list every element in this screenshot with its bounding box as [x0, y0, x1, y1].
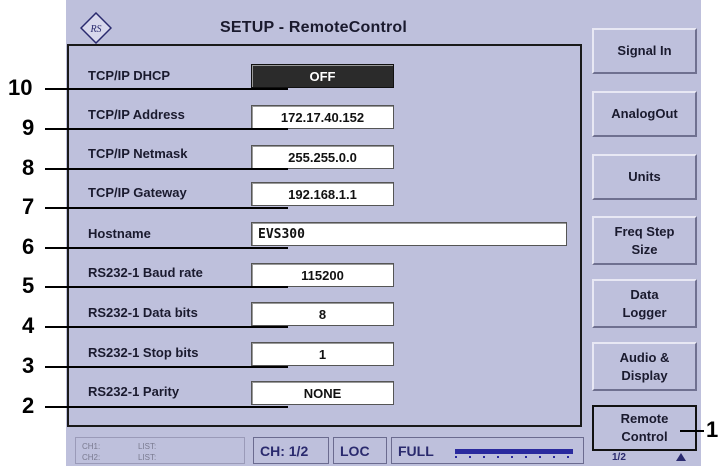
softkey-label: Freq Step Size [614, 223, 675, 257]
field-rs232-baud-rate[interactable]: 115200 [251, 263, 394, 287]
label-tcpip-address: TCP/IP Address [88, 107, 185, 122]
field-tcpip-gateway[interactable]: 192.168.1.1 [251, 182, 394, 206]
field-tcpip-dhcp[interactable]: OFF [251, 64, 394, 88]
label-tcpip-netmask: TCP/IP Netmask [88, 146, 188, 161]
label-rs232-parity: RS232-1 Parity [88, 384, 180, 399]
softkey-signal-in[interactable]: Signal In [592, 28, 697, 74]
callout-line-1 [680, 430, 704, 432]
field-rs232-parity[interactable]: NONE [251, 381, 394, 405]
status-channel-info: CH1: LIST: CH2: LIST: [75, 437, 245, 464]
label-tcpip-gateway: TCP/IP Gateway [88, 185, 187, 200]
status-list1: LIST: [138, 442, 157, 451]
callout-7: 7 [22, 194, 35, 219]
callout-line-4 [45, 326, 288, 328]
softkey-label: AnalogOut [611, 106, 678, 122]
field-tcpip-address[interactable]: 172.17.40.152 [251, 105, 394, 129]
page-title: SETUP - RemoteControl [220, 19, 408, 36]
field-rs232-data-bits[interactable]: 8 [251, 302, 394, 326]
rohde-schwarz-logo-icon: RS [80, 12, 112, 44]
callout-10: 10 [8, 75, 33, 100]
status-local-mode: LOC [333, 437, 387, 464]
status-range-label: FULL [398, 442, 434, 459]
status-channel: CH: 1/2 [253, 437, 329, 464]
callout-line-5 [45, 286, 288, 288]
callout-line-3 [45, 366, 288, 368]
softkey-analog-out[interactable]: AnalogOut [592, 91, 697, 137]
softkey-units[interactable]: Units [592, 154, 697, 200]
label-rs232-data-bits: RS232-1 Data bits [88, 305, 198, 320]
callout-8: 8 [22, 155, 35, 180]
softkey-freq-step-size[interactable]: Freq Step Size [592, 216, 697, 265]
softkey-label: Signal In [617, 43, 672, 59]
softkey-audio-display[interactable]: Audio & Display [592, 342, 697, 391]
softkey-remote-control[interactable]: Remote Control [592, 405, 697, 451]
softkey-label: Audio & Display [619, 349, 670, 383]
label-rs232-stop-bits: RS232-1 Stop bits [88, 345, 199, 360]
softkey-data-logger[interactable]: Data Logger [592, 279, 697, 328]
callout-line-10 [45, 88, 288, 90]
callout-9: 9 [22, 115, 35, 140]
label-tcpip-dhcp: TCP/IP DHCP [88, 68, 171, 83]
svg-text:RS: RS [89, 24, 101, 35]
callout-line-8 [45, 168, 288, 170]
status-ch2: CH2: [82, 453, 101, 462]
label-hostname: Hostname [88, 226, 151, 241]
callout-2: 2 [22, 393, 35, 418]
callout-3: 3 [22, 353, 35, 378]
softkey-page-indicator: 1/2 [612, 452, 626, 463]
status-list2: LIST: [138, 453, 157, 462]
field-hostname[interactable]: EVS300 [251, 222, 567, 246]
softkey-label: Remote Control [620, 411, 669, 444]
status-ch1: CH1: [82, 442, 101, 451]
field-rs232-stop-bits[interactable]: 1 [251, 342, 394, 366]
field-tcpip-netmask[interactable]: 255.255.0.0 [251, 145, 394, 169]
callout-line-7 [45, 207, 288, 209]
level-meter-bar [455, 449, 573, 454]
callout-4: 4 [22, 313, 35, 338]
page-up-arrow-icon[interactable] [676, 453, 686, 461]
softkey-label: Data Logger [622, 286, 667, 320]
callout-line-9 [45, 128, 288, 130]
callout-6: 6 [22, 234, 35, 259]
softkey-label: Units [628, 169, 661, 185]
callout-1: 1 [706, 417, 719, 442]
callout-line-2 [45, 406, 288, 408]
level-meter-scale [455, 456, 573, 458]
callout-5: 5 [22, 273, 35, 298]
callout-line-6 [45, 247, 288, 249]
label-rs232-baud-rate: RS232-1 Baud rate [88, 265, 203, 280]
